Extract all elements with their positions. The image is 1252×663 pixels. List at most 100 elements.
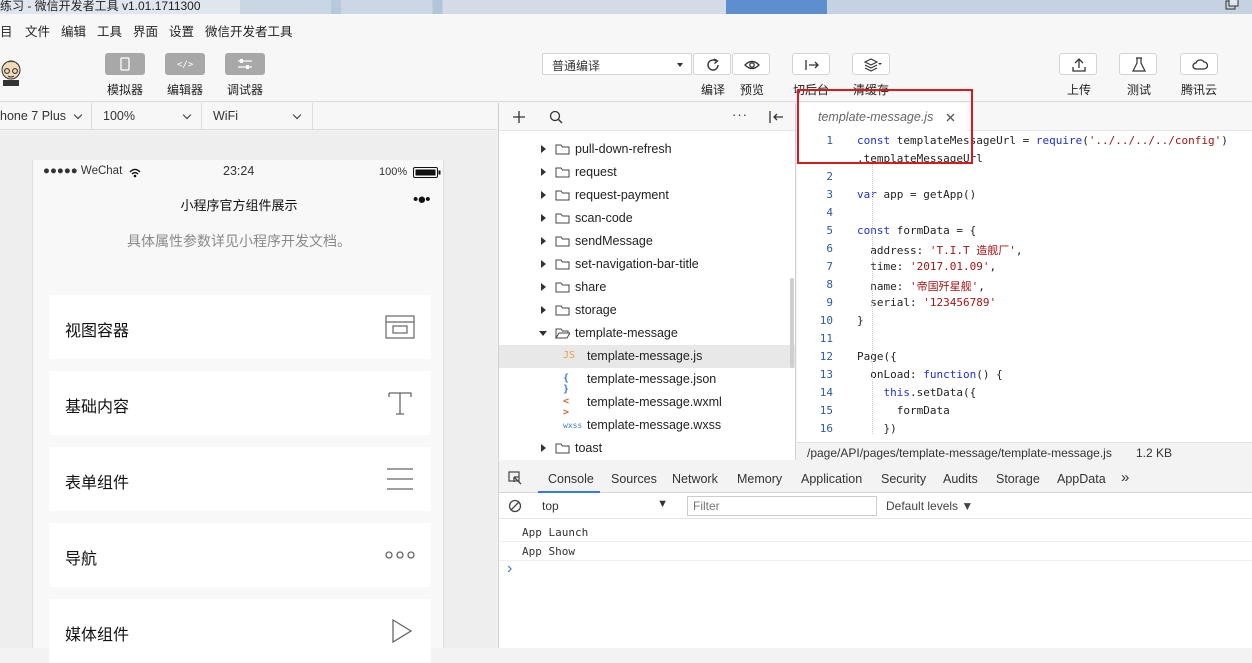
chevron-down-icon [292, 110, 302, 120]
zoom-select[interactable]: 100% [92, 103, 202, 130]
code-line: time: '2017.01.09', [857, 260, 997, 273]
simulator-label: 模拟器 [107, 83, 144, 97]
preview-label: 预览 [740, 83, 765, 97]
simulator-button[interactable] [105, 53, 145, 75]
form-lines-icon [387, 468, 413, 490]
code-line: } [857, 314, 864, 327]
tree-file[interactable]: { } template-message.json [499, 368, 795, 395]
tab-memory[interactable]: Memory [737, 472, 782, 486]
tree-folder[interactable]: pull-down-refresh [499, 138, 795, 161]
menu-item-edit[interactable]: 编辑 [61, 21, 86, 40]
collapse-icon[interactable] [768, 110, 784, 124]
code-line: const templateMessageUrl = require('../.… [857, 134, 1228, 147]
tab-network[interactable]: Network [672, 472, 718, 486]
editor-status-bar: /page/API/pages/template-message/templat… [797, 442, 1252, 462]
log-levels-select[interactable]: Default levels ▼ [886, 499, 973, 513]
code-line: var app = getApp() [857, 188, 977, 201]
avatar[interactable] [0, 56, 24, 86]
device-select[interactable]: hone 7 Plus [0, 103, 92, 130]
capsule-menu-icon[interactable]: •●• [413, 191, 431, 208]
tab-security[interactable]: Security [881, 472, 926, 486]
tree-folder[interactable]: request-payment [499, 184, 795, 207]
search-icon[interactable] [549, 110, 563, 124]
network-select[interactable]: WiFi [202, 103, 313, 130]
clear-cache-button[interactable] [852, 53, 890, 75]
add-icon[interactable] [512, 110, 526, 124]
tree-folder[interactable]: sendMessage [499, 230, 795, 253]
inspect-icon[interactable] [508, 471, 523, 485]
test-button[interactable] [1119, 53, 1157, 75]
test-label: 测试 [1127, 83, 1152, 97]
console-filter-input[interactable] [687, 496, 877, 516]
editor-tab-active[interactable]: template-message.js [797, 103, 967, 131]
card-view-container[interactable]: 视图容器 [49, 295, 431, 359]
tree-file[interactable]: wxss template-message.wxss [499, 414, 795, 437]
code-line: }) [857, 422, 897, 435]
card-basic-content[interactable]: 基础内容 [49, 371, 431, 435]
file-path: /page/API/pages/template-message/templat… [807, 446, 1112, 460]
folder-icon [555, 236, 570, 247]
preview-button[interactable] [732, 53, 770, 75]
tab-sources[interactable]: Sources [611, 472, 657, 486]
menu-item-file[interactable]: 文件 [25, 21, 50, 40]
card-media[interactable]: 媒体组件 [49, 599, 431, 663]
menu-item-settings[interactable]: 设置 [169, 21, 194, 40]
compile-mode-select[interactable]: 普通编译 [542, 53, 692, 75]
title-bar: 练习 - 微信开发者工具 v1.01.1711300 [0, 0, 1252, 14]
devtools-tabs: Console Sources Network Memory Applicati… [499, 461, 1252, 493]
tree-file-selected[interactable]: JS template-message.js [499, 345, 795, 368]
console-prompt[interactable]: › [507, 560, 512, 578]
tree-folder[interactable]: share [499, 276, 795, 299]
tencent-cloud-button[interactable] [1180, 53, 1218, 75]
tab-audits[interactable]: Audits [943, 472, 978, 486]
taskbar-strip [240, 0, 1252, 14]
tab-application[interactable]: Application [801, 472, 862, 486]
tree-folder[interactable]: set-navigation-bar-title [499, 253, 795, 276]
code-area[interactable]: 1 const templateMessageUrl = require('..… [797, 131, 1252, 443]
menu-item-tools[interactable]: 工具 [97, 21, 122, 40]
menu-item-devtools[interactable]: 微信开发者工具 [205, 21, 293, 40]
folder-icon [555, 259, 570, 270]
tree-folder[interactable]: request [499, 161, 795, 184]
tree-folder[interactable]: toast [499, 437, 795, 460]
file-tree: ··· pull-down-refresh request request-pa… [498, 103, 796, 460]
menu-bar: 目 文件 编辑 工具 界面 设置 微信开发者工具 [0, 14, 1252, 42]
more-icon[interactable]: ··· [732, 107, 748, 122]
menu-item-project[interactable]: 目 [0, 21, 13, 40]
page-subtitle: 具体属性参数详见小程序开发文档。 [127, 233, 351, 249]
tab-appdata[interactable]: AppData [1057, 472, 1106, 486]
code-line: serial: '123456789' [857, 296, 997, 309]
view-container-icon [385, 315, 415, 339]
compile-button[interactable] [693, 53, 731, 75]
editor-button[interactable]: </> [165, 53, 205, 75]
background-button[interactable] [792, 53, 830, 75]
devtools-panel: Console Sources Network Memory Applicati… [498, 461, 1252, 648]
background-label: 切后台 [793, 83, 830, 97]
tree-folder-open[interactable]: template-message [499, 322, 795, 345]
chevron-down-icon [182, 110, 192, 120]
menu-item-view[interactable]: 界面 [133, 21, 158, 40]
tab-console[interactable]: Console [538, 461, 600, 493]
tab-storage[interactable]: Storage [996, 472, 1040, 486]
card-form-components[interactable]: 表单组件 [49, 447, 431, 511]
tree-folder[interactable]: storage [499, 299, 795, 322]
window-controls[interactable] [1220, 0, 1248, 12]
compile-label: 编译 [701, 83, 726, 97]
device-bar: hone 7 Plus 100% WiFi [0, 103, 497, 130]
tree-folder[interactable]: scan-code [499, 207, 795, 230]
card-navigation[interactable]: 导航 [49, 523, 431, 587]
js-file-icon: JS [563, 350, 576, 361]
context-select[interactable]: top ▼ [536, 497, 674, 515]
wifi-icon [129, 168, 141, 178]
code-line: address: 'T.I.T 造舰厂', [857, 244, 1023, 257]
clear-console-icon[interactable] [508, 499, 522, 513]
tree-file[interactable]: < > template-message.wxml [499, 391, 795, 418]
tree-scrollbar[interactable] [790, 278, 794, 368]
file-tree-toolbar: ··· [499, 103, 795, 131]
upload-button[interactable] [1059, 53, 1097, 75]
more-tabs-icon[interactable]: » [1121, 469, 1129, 486]
debugger-label: 调试器 [227, 83, 264, 97]
carrier: ●●●●● WeChat [43, 165, 123, 177]
debugger-button[interactable] [225, 53, 265, 75]
close-icon[interactable] [946, 113, 955, 122]
